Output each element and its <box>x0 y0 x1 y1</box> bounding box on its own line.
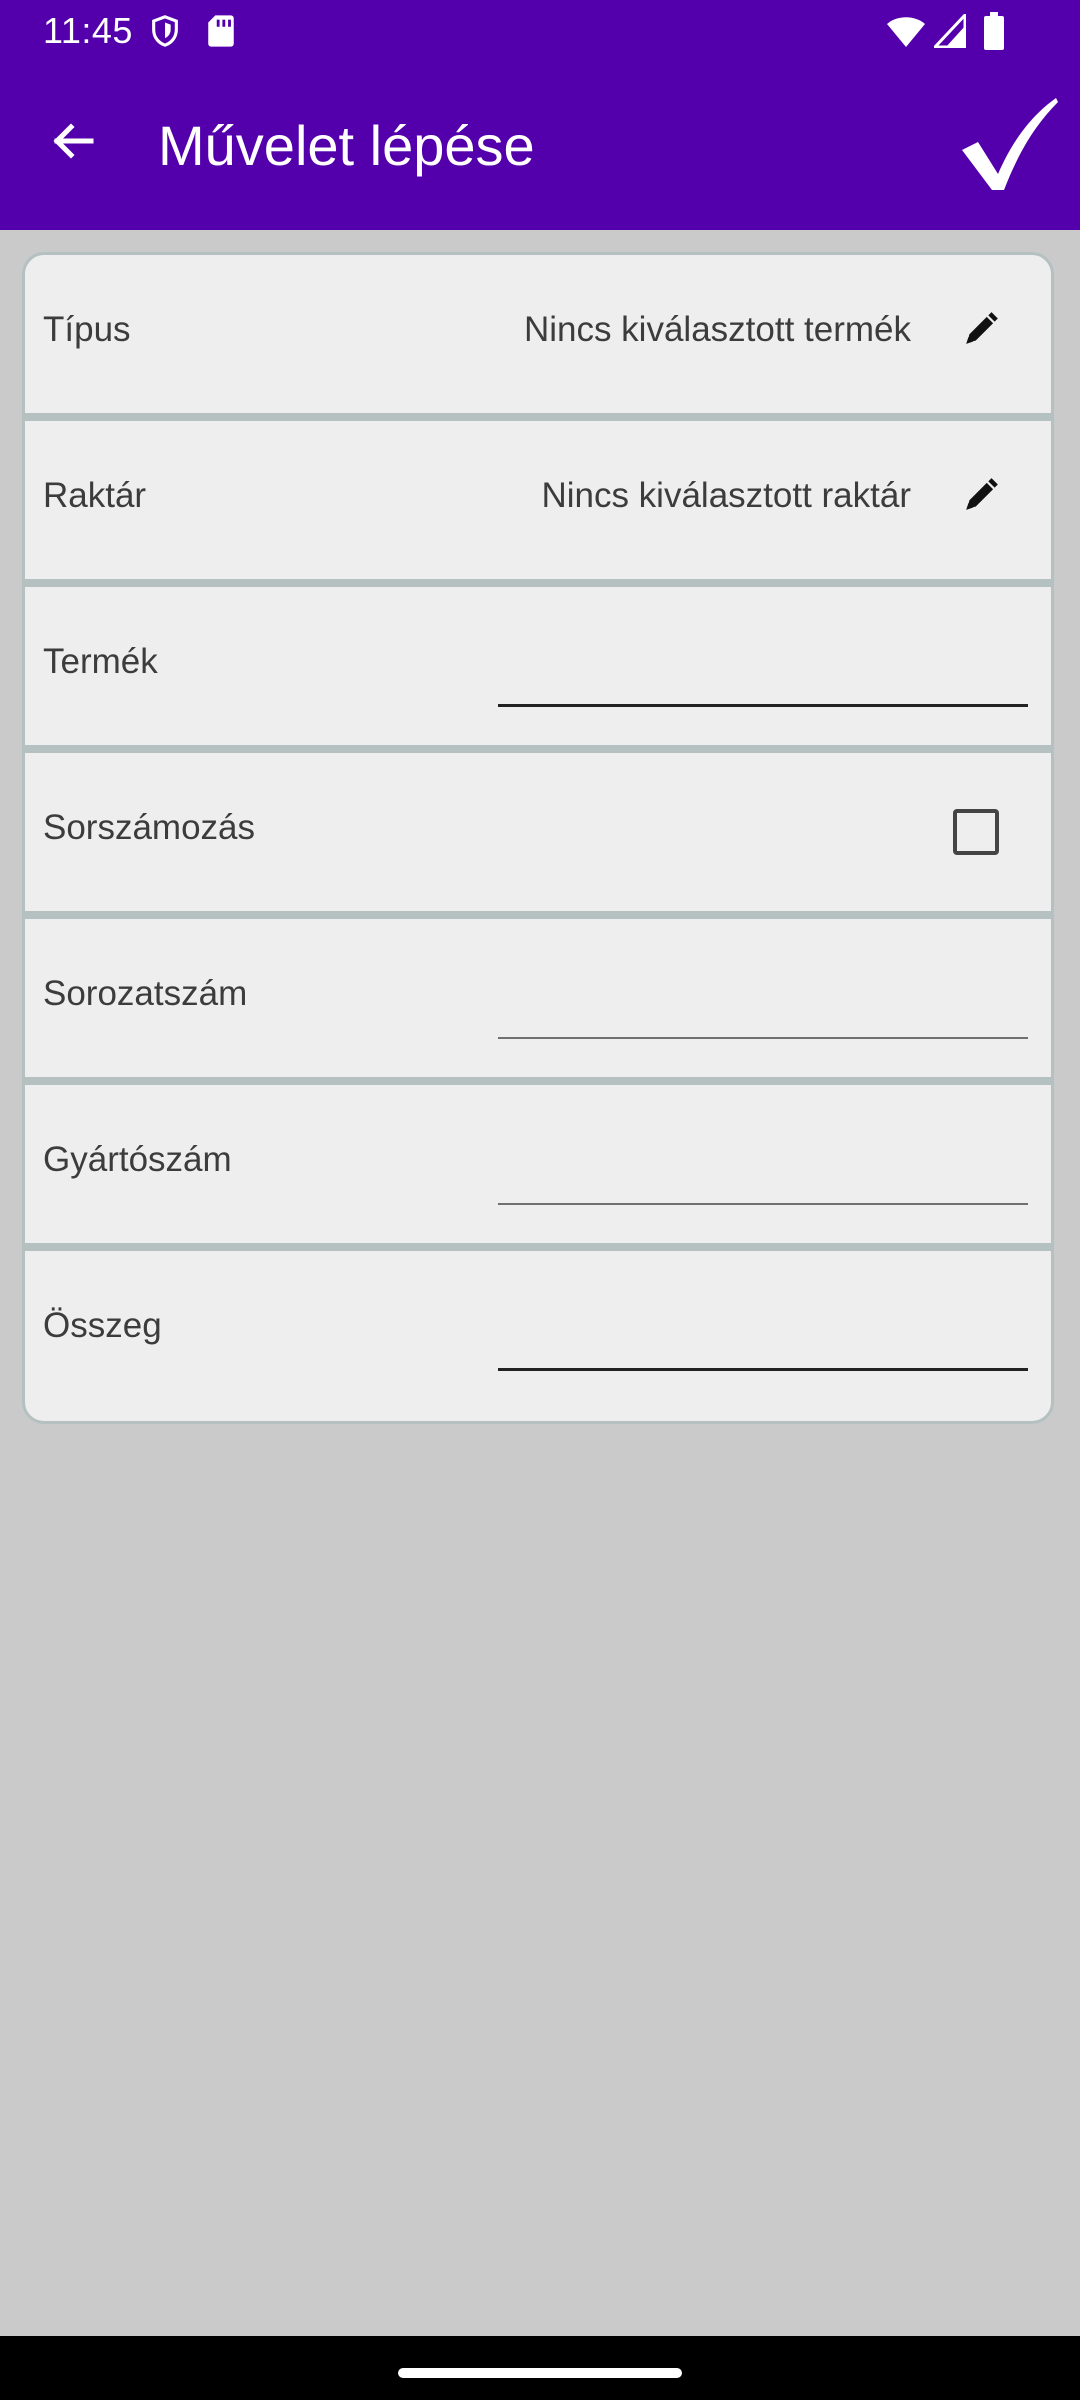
numbering-row: Sorszámozás <box>25 753 1051 911</box>
type-row: Típus Nincs kiválasztott termék <box>25 255 1051 413</box>
warehouse-label: Raktár <box>43 476 147 515</box>
row-divider <box>25 745 1051 753</box>
back-button[interactable] <box>30 100 116 186</box>
home-indicator[interactable] <box>398 2368 682 2378</box>
navigation-bar <box>0 2336 1080 2400</box>
product-input[interactable] <box>498 627 1028 707</box>
pencil-icon <box>963 309 1001 352</box>
batch-label: Sorozatszám <box>43 974 248 1013</box>
page-title: Művelet lépése <box>158 114 535 177</box>
warehouse-value: Nincs kiválasztott raktár <box>541 476 911 515</box>
type-value: Nincs kiválasztott termék <box>523 310 911 349</box>
pencil-icon <box>963 475 1001 518</box>
amount-row: Összeg <box>25 1251 1051 1409</box>
warehouse-edit-button[interactable] <box>955 469 1009 523</box>
type-label: Típus <box>43 310 131 349</box>
batch-number-input[interactable] <box>498 959 1028 1039</box>
product-label: Termék <box>43 642 158 681</box>
sd-card-icon <box>206 14 236 53</box>
status-time: 11:45 <box>43 10 133 51</box>
type-edit-button[interactable] <box>955 303 1009 357</box>
wifi-icon <box>886 14 926 53</box>
row-divider <box>25 413 1051 421</box>
arrow-left-icon <box>49 117 97 170</box>
battery-icon <box>984 12 1004 55</box>
product-row: Termék <box>25 587 1051 745</box>
numbering-label: Sorszámozás <box>43 808 256 847</box>
row-divider <box>25 1077 1051 1085</box>
row-divider <box>25 1243 1051 1251</box>
row-divider <box>25 911 1051 919</box>
row-divider <box>25 579 1051 587</box>
warehouse-row: Raktár Nincs kiválasztott raktár <box>25 421 1051 579</box>
amount-input[interactable] <box>498 1291 1028 1371</box>
confirm-button[interactable] <box>960 94 1060 194</box>
signal-icon <box>931 11 967 53</box>
shield-icon <box>148 14 182 53</box>
serial-label: Gyártószám <box>43 1140 232 1179</box>
checkmark-icon <box>960 98 1060 198</box>
numbering-checkbox[interactable] <box>953 809 999 855</box>
batch-row: Sorozatszám <box>25 919 1051 1077</box>
serial-number-input[interactable] <box>498 1125 1028 1205</box>
amount-label: Összeg <box>43 1306 162 1345</box>
serial-row: Gyártószám <box>25 1085 1051 1243</box>
form-card: Típus Nincs kiválasztott termék Raktár N… <box>22 252 1054 1424</box>
status-bar: 11:45 <box>0 0 1080 62</box>
app-bar: Művelet lépése <box>0 62 1080 230</box>
